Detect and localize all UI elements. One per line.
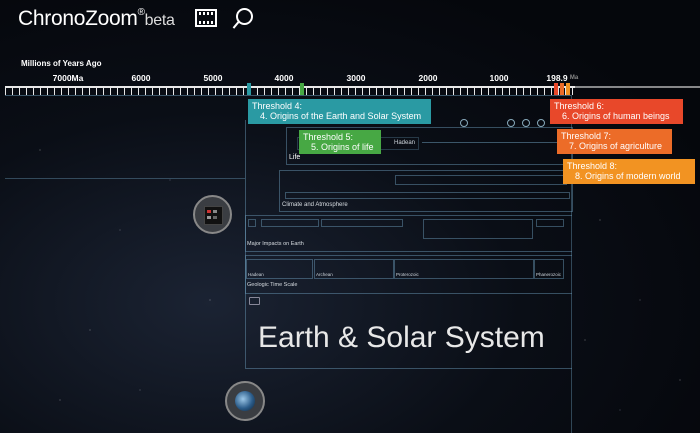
climate-sub-timeline[interactable]: [395, 175, 567, 185]
threshold-4-marker[interactable]: [247, 83, 251, 95]
threshold-title: Threshold 5:: [303, 132, 354, 142]
climate-label: Climate and Atmosphere: [282, 202, 348, 208]
threshold-title: Threshold 4:: [252, 101, 303, 111]
threshold-title: Threshold 8:: [567, 161, 618, 171]
impacts-timeline[interactable]: Major Impacts on Earth: [245, 215, 572, 252]
time-ruler-end: [575, 86, 700, 88]
life-exhibit-dot[interactable]: [507, 119, 515, 127]
tick-label: 7000Ma: [52, 73, 84, 83]
tick-label: 198.9: [546, 73, 568, 83]
axis-unit-label: Ma: [569, 75, 579, 81]
threshold-name: 5. Origins of life: [311, 142, 374, 152]
threshold-title: Threshold 6:: [554, 101, 605, 111]
threshold-5-marker[interactable]: [300, 83, 304, 95]
tick-label: 1000: [489, 73, 509, 83]
threshold-8-label[interactable]: Threshold 8: 8. Origins of modern world: [563, 159, 695, 184]
impact-item[interactable]: [423, 219, 533, 239]
tick-label: 5000: [203, 73, 223, 83]
logo-beta-label: beta: [144, 12, 175, 29]
app-logo[interactable]: ChronoZoom®beta: [18, 7, 175, 31]
geologic-timeline[interactable]: Hadean Archean Proterozoic Phanerozoic G…: [245, 255, 572, 294]
life-sub-label: Hadean: [394, 140, 416, 146]
eon-label: Hadean: [248, 272, 264, 277]
impact-item[interactable]: [248, 219, 256, 227]
impacts-label: Major Impacts on Earth: [247, 241, 304, 247]
earth-thumbnail[interactable]: [225, 381, 265, 421]
threshold-name: 7. Origins of agriculture: [569, 141, 663, 151]
eon-proterozoic[interactable]: Proterozoic: [394, 259, 534, 279]
life-exhibit-dot[interactable]: [460, 119, 468, 127]
eon-hadean[interactable]: Hadean: [246, 259, 313, 279]
earth-solar-system-title: Earth & Solar System: [258, 321, 545, 354]
impact-item[interactable]: [261, 219, 319, 227]
impact-item[interactable]: [321, 219, 403, 227]
logo-text: ChronoZoom: [18, 7, 138, 30]
tick-label: 6000: [131, 73, 151, 83]
threshold-name: 6. Origins of human beings: [562, 111, 670, 121]
axis-title: Millions of Years Ago: [21, 59, 102, 68]
eon-label: Archean: [316, 272, 333, 277]
cosmos-thumbnail[interactable]: [193, 195, 232, 234]
threshold-6-marker[interactable]: [554, 83, 558, 95]
life-sub-line: [422, 142, 567, 143]
threshold-name: 8. Origins of modern world: [575, 171, 681, 181]
threshold-name: 4. Origins of the Earth and Solar System: [260, 111, 422, 121]
cosmos-frame-line: [5, 178, 245, 179]
climate-band[interactable]: [285, 192, 570, 199]
tick-label: 3000: [346, 73, 366, 83]
tick-label: 4000: [274, 73, 294, 83]
threshold-7-label[interactable]: Threshold 7: 7. Origins of agriculture: [557, 129, 672, 154]
climate-timeline[interactable]: Climate and Atmosphere: [279, 170, 573, 212]
threshold-6-label[interactable]: Threshold 6: 6. Origins of human beings: [550, 99, 683, 124]
search-icon[interactable]: [236, 8, 253, 25]
threshold-8-marker[interactable]: [566, 83, 570, 95]
life-exhibit-dot[interactable]: [522, 119, 530, 127]
threshold-title: Threshold 7:: [561, 131, 612, 141]
cosmos-frame-top: [5, 95, 571, 96]
timeline-info-icon[interactable]: [249, 297, 260, 305]
globe-icon: [235, 391, 255, 411]
tick-label: 2000: [418, 73, 438, 83]
eon-phanerozoic[interactable]: Phanerozoic: [534, 259, 564, 279]
threshold-4-label[interactable]: Threshold 4: 4. Origins of the Earth and…: [248, 99, 431, 124]
logo-reg-mark: ®: [137, 7, 145, 18]
threshold-7-marker[interactable]: [560, 83, 564, 95]
eon-archean[interactable]: Archean: [314, 259, 394, 279]
geologic-label: Geologic Time Scale: [247, 282, 298, 288]
grid-icon: [204, 206, 223, 225]
eon-label: Proterozoic: [396, 272, 419, 277]
life-label: Life: [289, 154, 301, 161]
film-icon[interactable]: [195, 9, 217, 27]
impact-item[interactable]: [536, 219, 564, 227]
eon-label: Phanerozoic: [536, 272, 562, 277]
life-exhibit-dot[interactable]: [537, 119, 545, 127]
time-ruler[interactable]: [5, 86, 575, 95]
threshold-5-label[interactable]: Threshold 5: 5. Origins of life: [299, 130, 381, 154]
